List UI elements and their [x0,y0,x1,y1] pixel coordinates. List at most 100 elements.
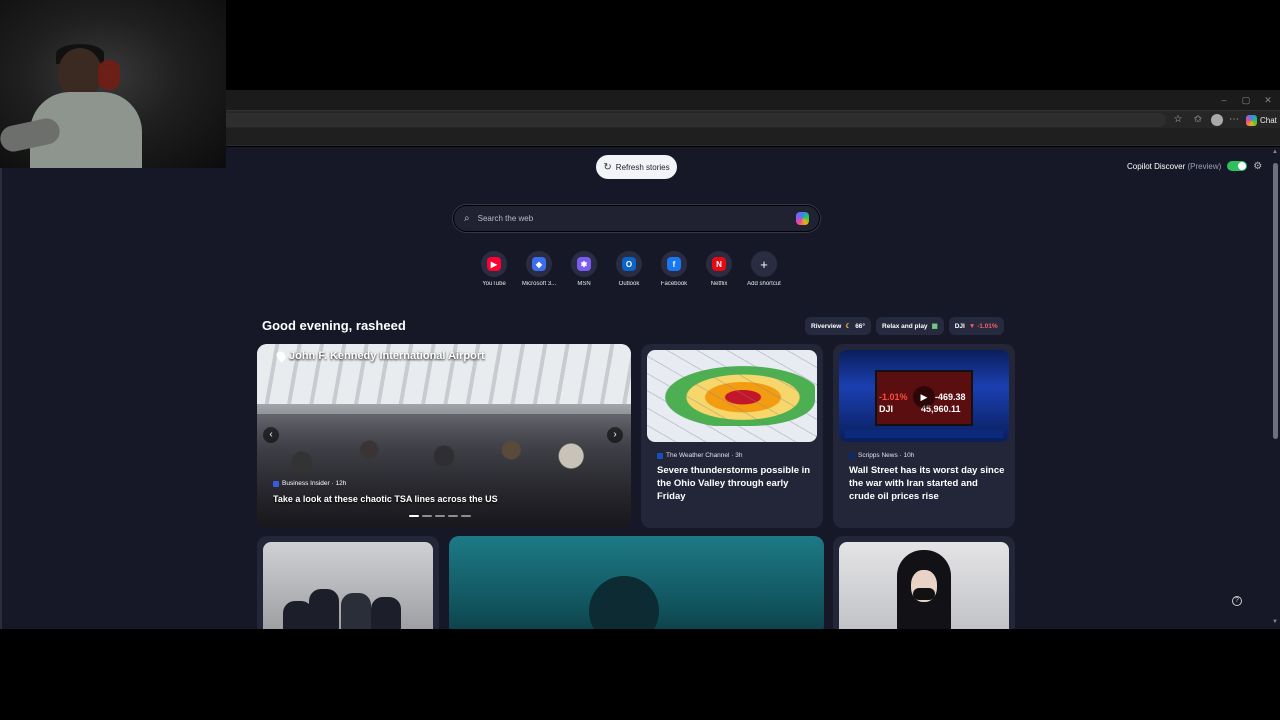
story-image [839,542,1009,629]
carousel-dot[interactable] [461,515,471,517]
facebook-icon: f [667,257,681,271]
maximize-button[interactable]: ▢ [1240,94,1252,106]
headset [98,60,120,90]
relax-and-play-pill[interactable]: Relax and play ▦ [876,317,944,335]
minimize-button[interactable]: – [1218,94,1230,106]
play-icon[interactable]: ▶ [913,386,935,408]
news-ticker [845,430,1003,438]
location-label: John F. Kennedy International Airport [289,350,485,362]
preview-label: (Preview) [1187,161,1222,171]
carousel-dots [409,515,471,517]
copilot-chat-button[interactable]: Chat [1246,113,1277,127]
weather-pill[interactable]: Riverview ☾ 66° [805,317,872,335]
chat-label: Chat [1260,115,1277,125]
screen: – ▢ ✕ ☆ ✩ ⋯ Chat ↻ Refresh stories Copil… [0,0,1280,720]
scrollbar[interactable]: ▲ ▼ [1272,149,1278,625]
story-headline[interactable]: Severe thunderstorms possible in the Ohi… [657,464,813,503]
shortcut-tile: O [616,251,642,277]
shortcut-plus[interactable]: + Add shortcut [747,251,781,287]
shortcut-tile: + [751,251,777,277]
copilot-discover-toggle[interactable] [1227,161,1248,171]
copilot-discover-label: Copilot Discover [1127,161,1186,171]
scripps-news-icon [849,452,855,459]
weather-channel-icon [657,452,663,459]
person-figure [371,597,401,629]
carousel-dot[interactable] [422,515,432,517]
carousel-next-button[interactable]: › [607,427,623,443]
weather-temp: 66° [855,322,866,330]
shortcut-msn[interactable]: ✱ MSN [568,251,600,287]
screen-pct: -1.01% [879,392,908,402]
favorite-star-icon[interactable]: ☆ [1172,114,1184,126]
greeting: Good evening, rasheed [262,318,406,333]
carousel-dot[interactable] [448,515,458,517]
shortcut-tile: ◆ [526,251,552,277]
story-source: The Weather Channel · 3h [657,452,742,459]
weather-story-card[interactable]: The Weather Channel · 3h Severe thunders… [641,344,823,528]
business-insider-icon [273,480,279,487]
scroll-down-icon[interactable]: ▼ [1272,619,1278,625]
page-edge [0,147,2,629]
copilot-icon [1246,114,1257,126]
info-pills: Riverview ☾ 66° Relax and play ▦ DJI ▼ -… [805,317,1004,335]
shortcut-tile: f [661,251,687,277]
market-story-card[interactable]: -1.01% -469.38 DJI 45,960.11 ▶ Scripps N… [833,344,1015,528]
refresh-stories-button[interactable]: ↻ Refresh stories [596,155,677,179]
shortcut-tile: ✱ [571,251,597,277]
shortcut-tile: N [706,251,732,277]
close-button[interactable]: ✕ [1262,94,1274,106]
hero-story-card[interactable]: John F. Kennedy International Airport ‹ … [257,344,631,528]
ninja-mask [913,588,935,600]
shortcut-facebook[interactable]: f Facebook [658,251,690,287]
refresh-label: Refresh stories [615,162,670,172]
more-options-icon[interactable]: ⋯ [1228,114,1240,126]
carousel-dot[interactable] [409,515,419,517]
carousel-dot[interactable] [435,515,445,517]
scroll-thumb[interactable] [1273,163,1278,439]
shortcut-label: Facebook [660,281,688,287]
video-story-card[interactable] [449,536,824,629]
gear-icon[interactable]: ⚙ [1253,161,1262,172]
scroll-up-icon[interactable]: ▲ [1272,149,1278,155]
shortcut-label: Add shortcut [747,281,781,287]
favorites-icon[interactable]: ✩ [1192,114,1204,126]
shortcut-label: Netflix [710,281,728,287]
address-bar[interactable] [226,113,1166,127]
story-source-label: The Weather Channel · 3h [666,452,743,459]
person-figure [309,589,339,629]
new-tab-page: ↻ Refresh stories Copilot Discover (Prev… [0,147,1280,629]
location-pin-icon [274,349,288,363]
screen-delta: -469.38 [935,392,966,402]
shortcut-youtube[interactable]: ▶ YouTube [478,251,510,287]
story-headline[interactable]: Wall Street has its worst day since the … [849,464,1005,503]
search-input[interactable] [477,214,788,223]
story-headline[interactable]: Take a look at these chaotic TSA lines a… [273,494,573,504]
shortcut-label: YouTube [482,281,506,287]
webcam-overlay [0,0,226,168]
storm-map-image [647,350,817,442]
weather-location: Riverview [811,322,842,330]
screen-index: DJI [879,404,894,414]
shortcut-netflix[interactable]: N Netflix [703,251,735,287]
webcam-person-head [58,48,102,98]
story-card[interactable] [833,536,1015,629]
copilot-search-icon[interactable] [796,212,809,225]
whale-image [589,576,659,629]
browser-toolbar: ☆ ✩ ⋯ Chat [226,110,1280,128]
story-card[interactable] [257,536,439,629]
shortcut-microsoft-365[interactable]: ◆ Microsoft 3... [522,251,556,287]
shortcuts-row: ▶ YouTube ◆ Microsoft 3... ✱ MSN O Outlook f Face… [478,251,781,287]
help-icon[interactable]: ? [1232,596,1242,606]
market-index: DJI [954,322,965,330]
shortcut-outlook[interactable]: O Outlook [613,251,645,287]
shortcut-label: MSN [577,281,591,287]
bookmark-bar [226,128,1280,146]
airport-crowd-image [257,414,631,528]
market-change: ▼ -1.01% [968,322,998,330]
netflix-icon: N [712,257,726,271]
profile-avatar[interactable] [1211,114,1223,126]
carousel-prev-button[interactable]: ‹ [263,427,279,443]
market-pill[interactable]: DJI ▼ -1.01% [948,317,1004,335]
plus-icon: + [760,256,768,272]
market-video-thumbnail: -1.01% -469.38 DJI 45,960.11 ▶ [839,350,1009,442]
